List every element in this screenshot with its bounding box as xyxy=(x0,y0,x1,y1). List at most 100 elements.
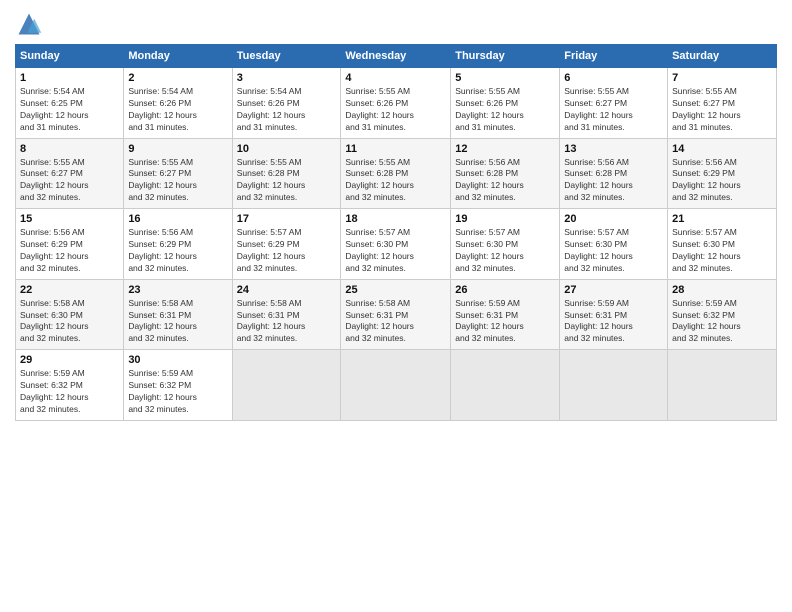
calendar-header-row: SundayMondayTuesdayWednesdayThursdayFrid… xyxy=(16,45,777,68)
calendar-cell xyxy=(341,350,451,421)
day-info: Sunrise: 5:56 AM Sunset: 6:28 PM Dayligh… xyxy=(564,157,663,205)
day-info: Sunrise: 5:59 AM Sunset: 6:32 PM Dayligh… xyxy=(672,298,772,346)
day-number: 29 xyxy=(20,354,119,366)
day-number: 24 xyxy=(237,284,337,296)
calendar-cell: 11 Sunrise: 5:55 AM Sunset: 6:28 PM Dayli… xyxy=(341,138,451,209)
calendar-cell: 22Sunrise: 5:58 AM Sunset: 6:30 PM Dayli… xyxy=(16,279,124,350)
calendar-cell: 15 Sunrise: 5:56 AM Sunset: 6:29 PM Dayli… xyxy=(16,209,124,280)
calendar-cell: 18Sunrise: 5:57 AM Sunset: 6:30 PM Dayli… xyxy=(341,209,451,280)
day-number: 20 xyxy=(564,213,663,225)
day-info: Sunrise: 5:55 AM Sunset: 6:27 PM Dayligh… xyxy=(672,86,772,134)
day-number: 21 xyxy=(672,213,772,225)
calendar-cell: 6 Sunrise: 5:55 AM Sunset: 6:27 PM Daylig… xyxy=(560,68,668,139)
day-number: 25 xyxy=(345,284,446,296)
calendar-cell: 1 Sunrise: 5:54 AM Sunset: 6:25 PM Daylig… xyxy=(16,68,124,139)
calendar-cell xyxy=(232,350,341,421)
day-number: 19 xyxy=(455,213,555,225)
day-info: Sunrise: 5:58 AM Sunset: 6:31 PM Dayligh… xyxy=(237,298,337,346)
calendar-cell: 30 Sunrise: 5:59 AM Sunset: 6:32 PM Dayli… xyxy=(124,350,232,421)
calendar-cell: 12 Sunrise: 5:56 AM Sunset: 6:28 PM Dayli… xyxy=(451,138,560,209)
weekday-header-wednesday: Wednesday xyxy=(341,45,451,68)
calendar-cell: 14Sunrise: 5:56 AM Sunset: 6:29 PM Dayli… xyxy=(668,138,777,209)
day-number: 27 xyxy=(564,284,663,296)
day-number: 26 xyxy=(455,284,555,296)
weekday-header-friday: Friday xyxy=(560,45,668,68)
day-info: Sunrise: 5:57 AM Sunset: 6:30 PM Dayligh… xyxy=(672,227,772,275)
day-number: 15 xyxy=(20,213,119,225)
day-info: Sunrise: 5:54 AM Sunset: 6:26 PM Dayligh… xyxy=(237,86,337,134)
day-info: Sunrise: 5:57 AM Sunset: 6:30 PM Dayligh… xyxy=(455,227,555,275)
day-info: Sunrise: 5:58 AM Sunset: 6:31 PM Dayligh… xyxy=(345,298,446,346)
day-number: 28 xyxy=(672,284,772,296)
day-number: 30 xyxy=(128,354,227,366)
calendar-cell: 28 Sunrise: 5:59 AM Sunset: 6:32 PM Dayli… xyxy=(668,279,777,350)
day-number: 13 xyxy=(564,143,663,155)
calendar-cell: 19 Sunrise: 5:57 AM Sunset: 6:30 PM Dayli… xyxy=(451,209,560,280)
calendar-cell: 26 Sunrise: 5:59 AM Sunset: 6:31 PM Dayli… xyxy=(451,279,560,350)
day-number: 7 xyxy=(672,72,772,84)
day-number: 5 xyxy=(455,72,555,84)
weekday-header-sunday: Sunday xyxy=(16,45,124,68)
calendar-cell: 4Sunrise: 5:55 AM Sunset: 6:26 PM Daylig… xyxy=(341,68,451,139)
page-container: SundayMondayTuesdayWednesdayThursdayFrid… xyxy=(0,0,792,431)
day-info: Sunrise: 5:55 AM Sunset: 6:27 PM Dayligh… xyxy=(20,157,119,205)
calendar-table: SundayMondayTuesdayWednesdayThursdayFrid… xyxy=(15,44,777,421)
calendar-cell: 27 Sunrise: 5:59 AM Sunset: 6:31 PM Dayli… xyxy=(560,279,668,350)
day-info: Sunrise: 5:55 AM Sunset: 6:28 PM Dayligh… xyxy=(345,157,446,205)
weekday-header-tuesday: Tuesday xyxy=(232,45,341,68)
calendar-cell: 23 Sunrise: 5:58 AM Sunset: 6:31 PM Dayli… xyxy=(124,279,232,350)
header xyxy=(15,10,777,38)
day-number: 6 xyxy=(564,72,663,84)
day-number: 11 xyxy=(345,143,446,155)
day-number: 10 xyxy=(237,143,337,155)
day-info: Sunrise: 5:59 AM Sunset: 6:32 PM Dayligh… xyxy=(20,368,119,416)
day-info: Sunrise: 5:56 AM Sunset: 6:29 PM Dayligh… xyxy=(128,227,227,275)
calendar-cell xyxy=(668,350,777,421)
calendar-week-4: 22Sunrise: 5:58 AM Sunset: 6:30 PM Dayli… xyxy=(16,279,777,350)
day-info: Sunrise: 5:56 AM Sunset: 6:28 PM Dayligh… xyxy=(455,157,555,205)
day-info: Sunrise: 5:59 AM Sunset: 6:31 PM Dayligh… xyxy=(564,298,663,346)
calendar-body: 1 Sunrise: 5:54 AM Sunset: 6:25 PM Daylig… xyxy=(16,68,777,421)
day-info: Sunrise: 5:54 AM Sunset: 6:25 PM Dayligh… xyxy=(20,86,119,134)
day-info: Sunrise: 5:59 AM Sunset: 6:32 PM Dayligh… xyxy=(128,368,227,416)
calendar-cell: 8 Sunrise: 5:55 AM Sunset: 6:27 PM Daylig… xyxy=(16,138,124,209)
day-info: Sunrise: 5:58 AM Sunset: 6:31 PM Dayligh… xyxy=(128,298,227,346)
calendar-cell: 16Sunrise: 5:56 AM Sunset: 6:29 PM Dayli… xyxy=(124,209,232,280)
day-number: 1 xyxy=(20,72,119,84)
logo-icon xyxy=(15,10,43,38)
day-info: Sunrise: 5:55 AM Sunset: 6:26 PM Dayligh… xyxy=(455,86,555,134)
calendar-cell: 2Sunrise: 5:54 AM Sunset: 6:26 PM Daylig… xyxy=(124,68,232,139)
day-number: 9 xyxy=(128,143,227,155)
calendar-cell: 21 Sunrise: 5:57 AM Sunset: 6:30 PM Dayli… xyxy=(668,209,777,280)
day-info: Sunrise: 5:55 AM Sunset: 6:28 PM Dayligh… xyxy=(237,157,337,205)
day-info: Sunrise: 5:57 AM Sunset: 6:29 PM Dayligh… xyxy=(237,227,337,275)
weekday-header-monday: Monday xyxy=(124,45,232,68)
calendar-week-3: 15 Sunrise: 5:56 AM Sunset: 6:29 PM Dayli… xyxy=(16,209,777,280)
weekday-header-saturday: Saturday xyxy=(668,45,777,68)
calendar-cell: 7 Sunrise: 5:55 AM Sunset: 6:27 PM Daylig… xyxy=(668,68,777,139)
day-info: Sunrise: 5:56 AM Sunset: 6:29 PM Dayligh… xyxy=(20,227,119,275)
day-info: Sunrise: 5:57 AM Sunset: 6:30 PM Dayligh… xyxy=(564,227,663,275)
day-number: 22 xyxy=(20,284,119,296)
calendar-cell: 3Sunrise: 5:54 AM Sunset: 6:26 PM Daylig… xyxy=(232,68,341,139)
calendar-cell: 20 Sunrise: 5:57 AM Sunset: 6:30 PM Dayli… xyxy=(560,209,668,280)
calendar-cell: 10 Sunrise: 5:55 AM Sunset: 6:28 PM Dayli… xyxy=(232,138,341,209)
day-info: Sunrise: 5:57 AM Sunset: 6:30 PM Dayligh… xyxy=(345,227,446,275)
day-number: 2 xyxy=(128,72,227,84)
day-number: 12 xyxy=(455,143,555,155)
day-number: 8 xyxy=(20,143,119,155)
day-number: 23 xyxy=(128,284,227,296)
day-info: Sunrise: 5:59 AM Sunset: 6:31 PM Dayligh… xyxy=(455,298,555,346)
calendar-cell: 5 Sunrise: 5:55 AM Sunset: 6:26 PM Daylig… xyxy=(451,68,560,139)
day-info: Sunrise: 5:55 AM Sunset: 6:27 PM Dayligh… xyxy=(564,86,663,134)
calendar-week-1: 1 Sunrise: 5:54 AM Sunset: 6:25 PM Daylig… xyxy=(16,68,777,139)
calendar-cell: 9 Sunrise: 5:55 AM Sunset: 6:27 PM Daylig… xyxy=(124,138,232,209)
calendar-cell: 29 Sunrise: 5:59 AM Sunset: 6:32 PM Dayli… xyxy=(16,350,124,421)
day-number: 17 xyxy=(237,213,337,225)
logo xyxy=(15,10,47,38)
calendar-cell: 24 Sunrise: 5:58 AM Sunset: 6:31 PM Dayli… xyxy=(232,279,341,350)
calendar-cell: 17 Sunrise: 5:57 AM Sunset: 6:29 PM Dayli… xyxy=(232,209,341,280)
calendar-week-5: 29 Sunrise: 5:59 AM Sunset: 6:32 PM Dayli… xyxy=(16,350,777,421)
day-info: Sunrise: 5:55 AM Sunset: 6:27 PM Dayligh… xyxy=(128,157,227,205)
day-info: Sunrise: 5:55 AM Sunset: 6:26 PM Dayligh… xyxy=(345,86,446,134)
